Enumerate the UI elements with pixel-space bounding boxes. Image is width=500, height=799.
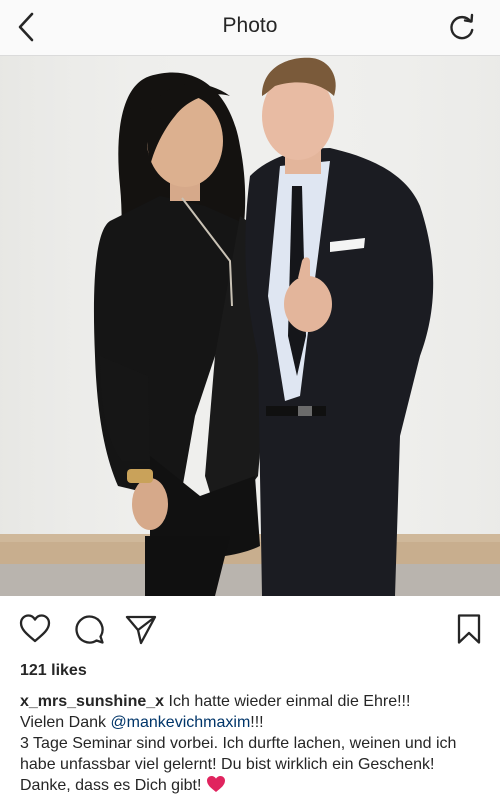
post-photo[interactable]	[0, 56, 500, 596]
like-button[interactable]	[18, 612, 52, 646]
post-caption: x_mrs_sunshine_x Ich hatte wieder einmal…	[20, 691, 482, 796]
caption-line-2-prefix: Vielen Dank	[20, 714, 106, 731]
refresh-button[interactable]	[446, 11, 478, 43]
caption-username[interactable]: x_mrs_sunshine_x	[20, 693, 164, 710]
comment-button[interactable]	[72, 612, 106, 646]
page-title: Photo	[222, 14, 278, 37]
share-button[interactable]	[124, 612, 158, 646]
caption-line-3: 3 Tage Seminar sind vorbei. Ich durfte l…	[20, 735, 457, 794]
heart-emoji-icon	[206, 776, 226, 794]
post-action-bar	[0, 596, 500, 664]
top-navigation-bar: Photo	[0, 0, 500, 56]
paper-plane-icon	[125, 615, 157, 645]
comment-bubble-icon	[75, 615, 104, 644]
photo-image	[0, 56, 500, 596]
caption-line-2-suffix: !!!	[250, 714, 264, 731]
save-button[interactable]	[452, 612, 486, 646]
caption-mention-link[interactable]: @mankevichmaxim	[110, 714, 250, 731]
heart-outline-icon	[19, 614, 51, 643]
likes-count[interactable]: 121 likes	[20, 662, 87, 680]
refresh-icon	[450, 13, 474, 40]
caption-line-1: Ich hatte wieder einmal die Ehre!!!	[168, 693, 411, 710]
bookmark-icon	[457, 614, 481, 644]
